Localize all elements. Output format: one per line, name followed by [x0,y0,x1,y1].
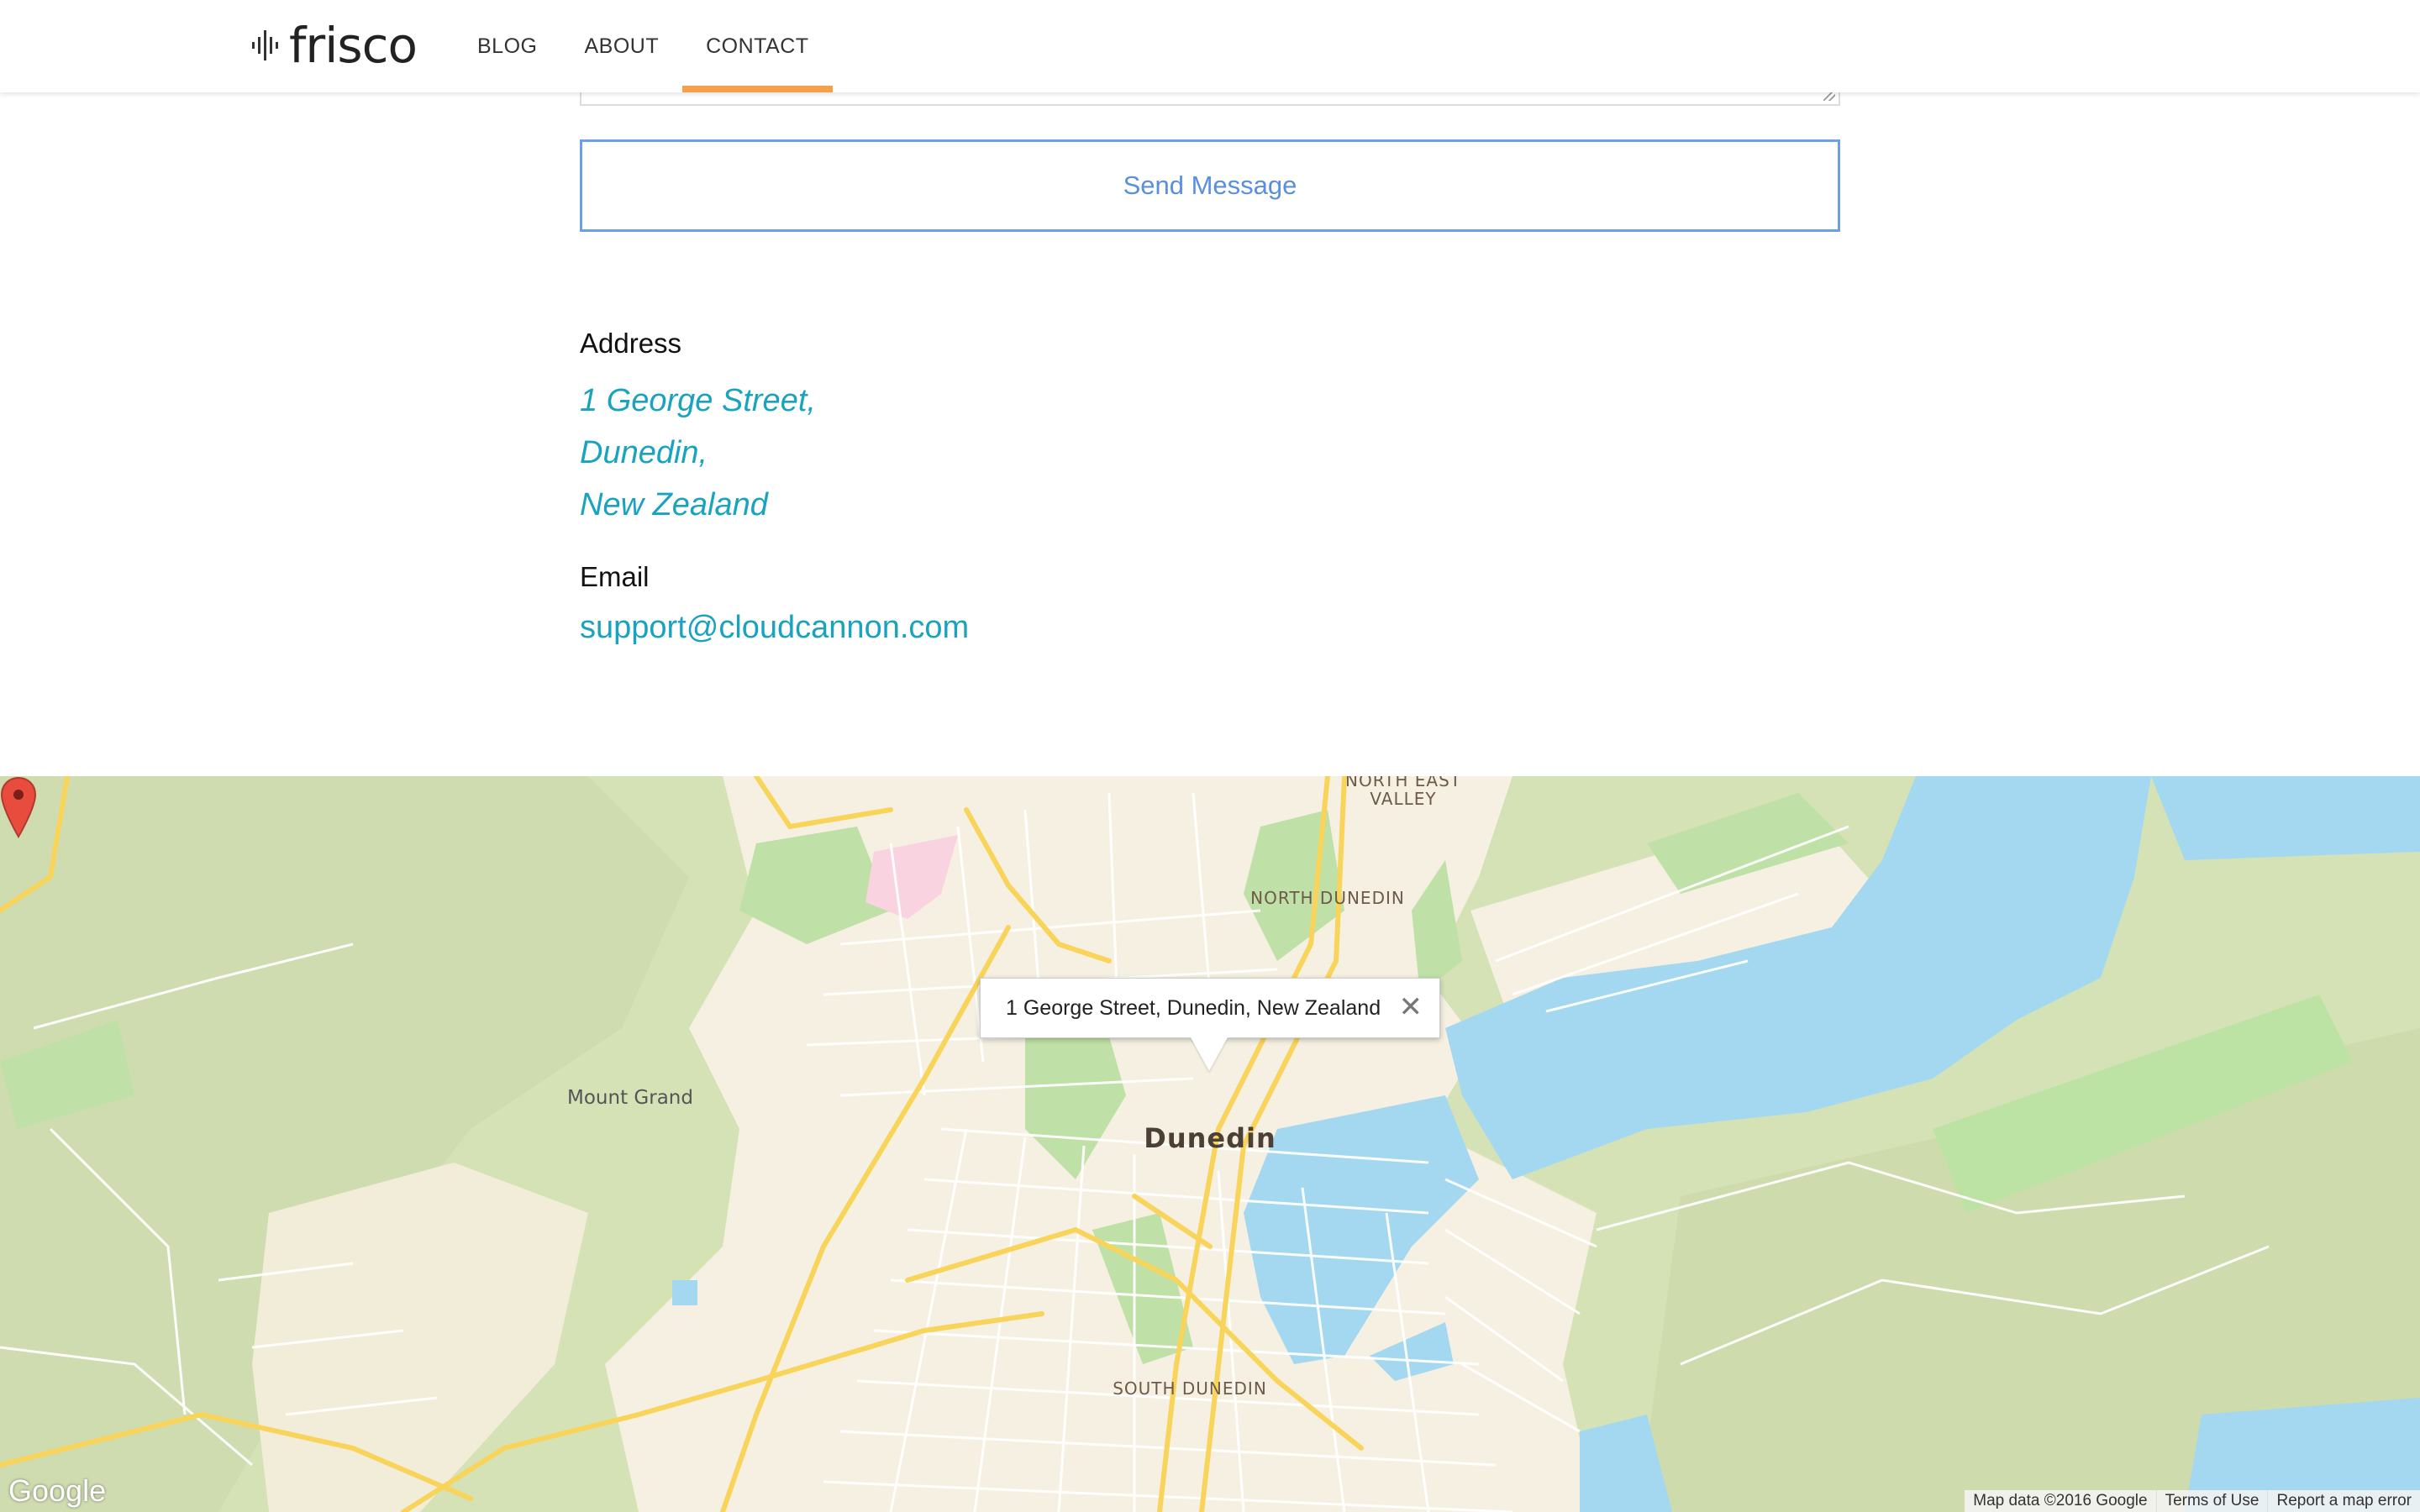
nav-about[interactable]: ABOUT [560,0,682,92]
site-header: frisco BLOG ABOUT CONTACT [0,0,2420,92]
label-dunedin: Dunedin [1144,1122,1276,1154]
info-window-text: 1 George Street, Dunedin, New Zealand [1006,995,1381,1020]
terms-of-use-link[interactable]: Terms of Use [2155,1490,2268,1512]
address-line: New Zealand [580,487,768,522]
label-south-dunedin: SOUTH DUNEDIN [1113,1378,1267,1399]
email-link[interactable]: support@cloudcannon.com [580,610,969,646]
label-north-east-valley: NORTH EAST VALLEY [1345,776,1461,809]
close-icon[interactable]: ✕ [1399,992,1423,1022]
map-footer: Map data ©2016 Google Terms of Use Repor… [1965,1490,2420,1512]
map-pin-icon[interactable] [0,776,37,838]
send-message-button[interactable]: Send Message [580,139,1840,232]
address-link[interactable]: 1 George Street, Dunedin, New Zealand [580,375,1840,531]
map-info-window: 1 George Street, Dunedin, New Zealand ✕ [980,978,1440,1038]
logo-text: frisco [289,17,418,74]
site-logo[interactable]: frisco [252,17,418,74]
nav-blog[interactable]: BLOG [454,0,560,92]
waveform-icon [252,30,278,60]
contact-info: Address 1 George Street, Dunedin, New Ze… [580,328,1840,646]
map-data-credit: Map data ©2016 Google [1973,1492,2148,1509]
address-heading: Address [580,328,682,359]
google-map[interactable]: NORTH EAST VALLEY NORTH DUNEDIN Mount Gr… [0,776,2420,1512]
google-logo: Google [8,1473,107,1508]
label-mount-grand: Mount Grand [567,1087,693,1109]
main-nav: BLOG ABOUT CONTACT [454,0,834,92]
email-heading: Email [580,561,650,592]
address-line: Dunedin, [580,435,708,470]
report-map-error-link[interactable]: Report a map error [2267,1490,2420,1512]
nav-contact[interactable]: CONTACT [682,0,834,92]
address-line: 1 George Street, [580,383,816,418]
label-north-dunedin: NORTH DUNEDIN [1250,888,1405,908]
